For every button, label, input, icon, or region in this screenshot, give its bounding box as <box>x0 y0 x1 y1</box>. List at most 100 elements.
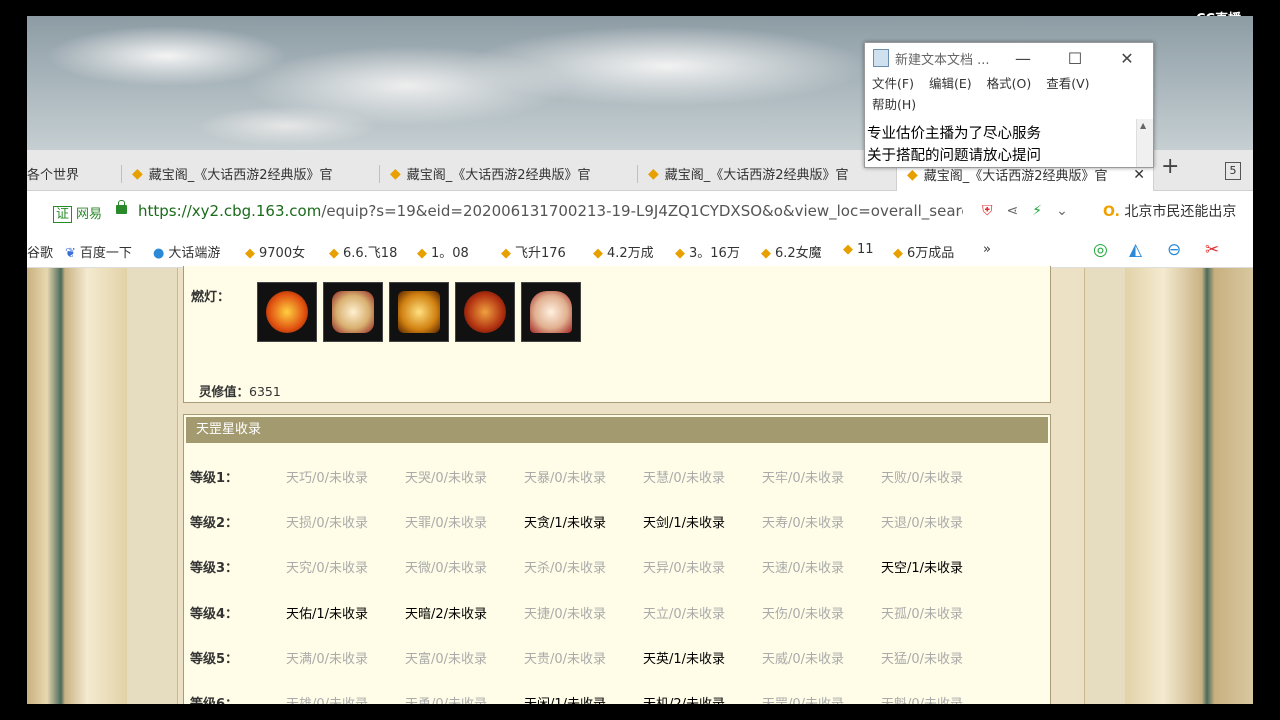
star-entry: 天寿/0/未收录 <box>762 516 845 531</box>
star-entry: 天罡/0/未收录 <box>762 693 880 704</box>
green-circle-extension-icon[interactable]: ◎ <box>1093 240 1108 260</box>
star-entry: 天闲/1/未收录 <box>524 693 642 704</box>
site-verified-badge[interactable]: 证网易 <box>53 203 102 223</box>
share-icon[interactable]: ⋖ <box>1007 203 1019 219</box>
star-entry: 天败/0/未收录 <box>881 471 964 486</box>
bookmark-item[interactable]: ◆ 9700女 <box>245 242 317 261</box>
scissors-icon[interactable]: ✂ <box>1205 240 1219 260</box>
minus-circle-extension-icon[interactable]: ⊖ <box>1167 240 1181 260</box>
level-label: 等级1： <box>190 471 239 486</box>
cbg-favicon-icon: ◆ <box>329 246 339 261</box>
lingxiu-label: 灵修值： <box>199 384 250 399</box>
maximize-button[interactable]: ☐ <box>1049 49 1101 68</box>
equip-item-necklace[interactable] <box>389 282 449 342</box>
bookmark-label: 6万成品 <box>907 246 955 261</box>
bookmark-item[interactable]: ◆ 11 <box>843 242 887 257</box>
star-entry: 天暗/2/未收录 <box>405 607 488 622</box>
cbg-favicon-icon: ◆ <box>593 246 603 261</box>
menu-file[interactable]: 文件(F) <box>872 73 914 94</box>
bookmark-item[interactable]: ◆ 6.6.飞18 <box>329 242 405 261</box>
bookmark-label: 6.2女魔 <box>775 246 822 261</box>
star-entry: 天异/0/未收录 <box>643 561 726 576</box>
bookmark-item[interactable]: ◆ 飞升176 <box>501 242 579 261</box>
lock-icon[interactable] <box>116 200 127 214</box>
bookmark-item[interactable]: ◆ 4.2万成 <box>593 242 667 261</box>
bookmark-item[interactable]: ❦ 百度一下 <box>65 242 147 261</box>
menu-edit[interactable]: 编辑(E) <box>929 73 972 94</box>
cbg-favicon-icon: ◆ <box>761 246 771 261</box>
level-label: 等级2： <box>190 516 239 531</box>
notepad-titlebar[interactable]: 新建文本文档 ... — ☐ ✕ <box>865 43 1153 73</box>
cbg-favicon-icon: ◆ <box>843 242 853 257</box>
minimize-button[interactable]: — <box>997 49 1049 68</box>
notepad-line: 专业估价主播为了尽心服务 <box>867 126 1041 142</box>
star-entry: 天威/0/未收录 <box>762 652 845 667</box>
notepad-text-area[interactable]: 专业估价主播为了尽心服务 关于搭配的问题请放心提问 <box>867 123 1135 167</box>
tab-label: 藏宝阁_《大话西游2经典版》官 <box>406 168 591 183</box>
star-entry: 天哭/0/未收录 <box>405 471 488 486</box>
bookmark-item[interactable]: ● 大话端游 <box>153 242 233 261</box>
triangle-extension-icon[interactable]: ◭ <box>1129 240 1142 260</box>
cbg-favicon-icon: ◆ <box>417 246 427 261</box>
notepad-scrollbar[interactable] <box>1136 119 1153 167</box>
level-label: 等级5： <box>190 652 239 667</box>
tab[interactable]: ◆ 藏宝阁_《大话西游2经典版》官 <box>638 157 896 190</box>
equip-item-weapon[interactable] <box>455 282 515 342</box>
notepad-line: 关于搭配的问题请放心提问 <box>867 148 1041 164</box>
tab[interactable]: 各个世界 <box>27 157 122 190</box>
bookmark-item[interactable]: ◆ 1。08 <box>417 242 485 261</box>
tab[interactable]: ◆ 藏宝阁_《大话西游2经典版》官 <box>122 157 380 190</box>
section-title: 天罡星收录 <box>186 417 1048 443</box>
notepad-window[interactable]: 新建文本文档 ... — ☐ ✕ 文件(F) 编辑(E) 格式(O) 查看(V)… <box>864 42 1154 168</box>
equip-item-robe[interactable] <box>323 282 383 342</box>
star-entry: 天暴/0/未收录 <box>524 471 607 486</box>
star-entry: 天孤/0/未收录 <box>881 607 964 622</box>
game-icon: ● <box>153 246 165 261</box>
address-bar: 证网易 https://xy2.cbg.163.com/equip?s=19&e… <box>27 191 1253 235</box>
bookmarks-overflow-button[interactable]: » <box>983 242 1003 257</box>
star-entry: 天巧/0/未收录 <box>286 471 369 486</box>
star-entry: 天牢/0/未收录 <box>762 471 845 486</box>
star-entry: 天罪/0/未收录 <box>405 516 488 531</box>
tab-close-icon[interactable]: ✕ <box>1133 167 1145 183</box>
tab[interactable]: ◆ 藏宝阁_《大话西游2经典版》官 <box>380 157 638 190</box>
speed-mode-icon[interactable]: ⚡ <box>1032 203 1042 219</box>
bookmark-label: 11 <box>857 242 874 257</box>
star-entry: 天猛/0/未收录 <box>881 652 964 667</box>
crown-icon <box>266 291 308 333</box>
cbg-favicon-icon: ◆ <box>893 246 903 261</box>
star-entry: 天剑/1/未收录 <box>643 516 726 531</box>
bookmark-item[interactable]: ◆ 6万成品 <box>893 242 971 261</box>
web-page: 燃灯： 灵修值：6351 天罡星收录 等级1： 天巧/0/未收录 天哭/0/未收… <box>27 266 1253 704</box>
deng-label: 燃灯： <box>191 290 231 305</box>
search-input[interactable]: O. 北京市民还能出京 <box>1103 201 1253 221</box>
bookmark-item[interactable]: ◆ 6.2女魔 <box>761 242 833 261</box>
tab-count-badge[interactable]: 5 <box>1225 162 1241 180</box>
bookmark-item[interactable]: ◆ 3。16万 <box>675 242 747 261</box>
cbg-favicon-icon: ◆ <box>390 165 401 182</box>
star-entry: 天伤/0/未收录 <box>762 607 845 622</box>
notepad-menubar: 文件(F) 编辑(E) 格式(O) 查看(V) 帮助(H) <box>865 73 1153 115</box>
robe-icon <box>332 291 374 333</box>
tab-label: 藏宝阁_《大话西游2经典版》官 <box>148 168 333 183</box>
bookmark-item[interactable]: 谷歌 <box>27 242 57 261</box>
star-entry: 天魁/0/未收录 <box>881 693 999 704</box>
security-shield-icon[interactable]: ⛨ <box>982 203 993 219</box>
close-button[interactable]: ✕ <box>1101 49 1153 68</box>
equip-item-crown[interactable] <box>257 282 317 342</box>
dropdown-icon[interactable]: ⌄ <box>1056 203 1068 219</box>
menu-view[interactable]: 查看(V) <box>1046 73 1089 94</box>
url-path: /equip?s=19&eid=202006131700213-19-L9J4Z… <box>321 202 963 220</box>
menu-help[interactable]: 帮助(H) <box>872 94 916 115</box>
url-input[interactable]: https://xy2.cbg.163.com/equip?s=19&eid=2… <box>138 202 963 220</box>
cbg-favicon-icon: ◆ <box>648 165 659 182</box>
equip-item-shoes[interactable] <box>521 282 581 342</box>
star-entry: 天勇/0/未收录 <box>405 693 523 704</box>
menu-format[interactable]: 格式(O) <box>987 73 1032 94</box>
new-tab-button[interactable]: + <box>1161 154 1179 179</box>
bookmark-label: 1。08 <box>431 246 469 261</box>
bookmark-label: 飞升176 <box>515 246 566 261</box>
cbg-favicon-icon: ◆ <box>245 246 255 261</box>
bookmark-label: 3。16万 <box>689 246 740 261</box>
lingxiu-value: 6351 <box>249 384 281 399</box>
